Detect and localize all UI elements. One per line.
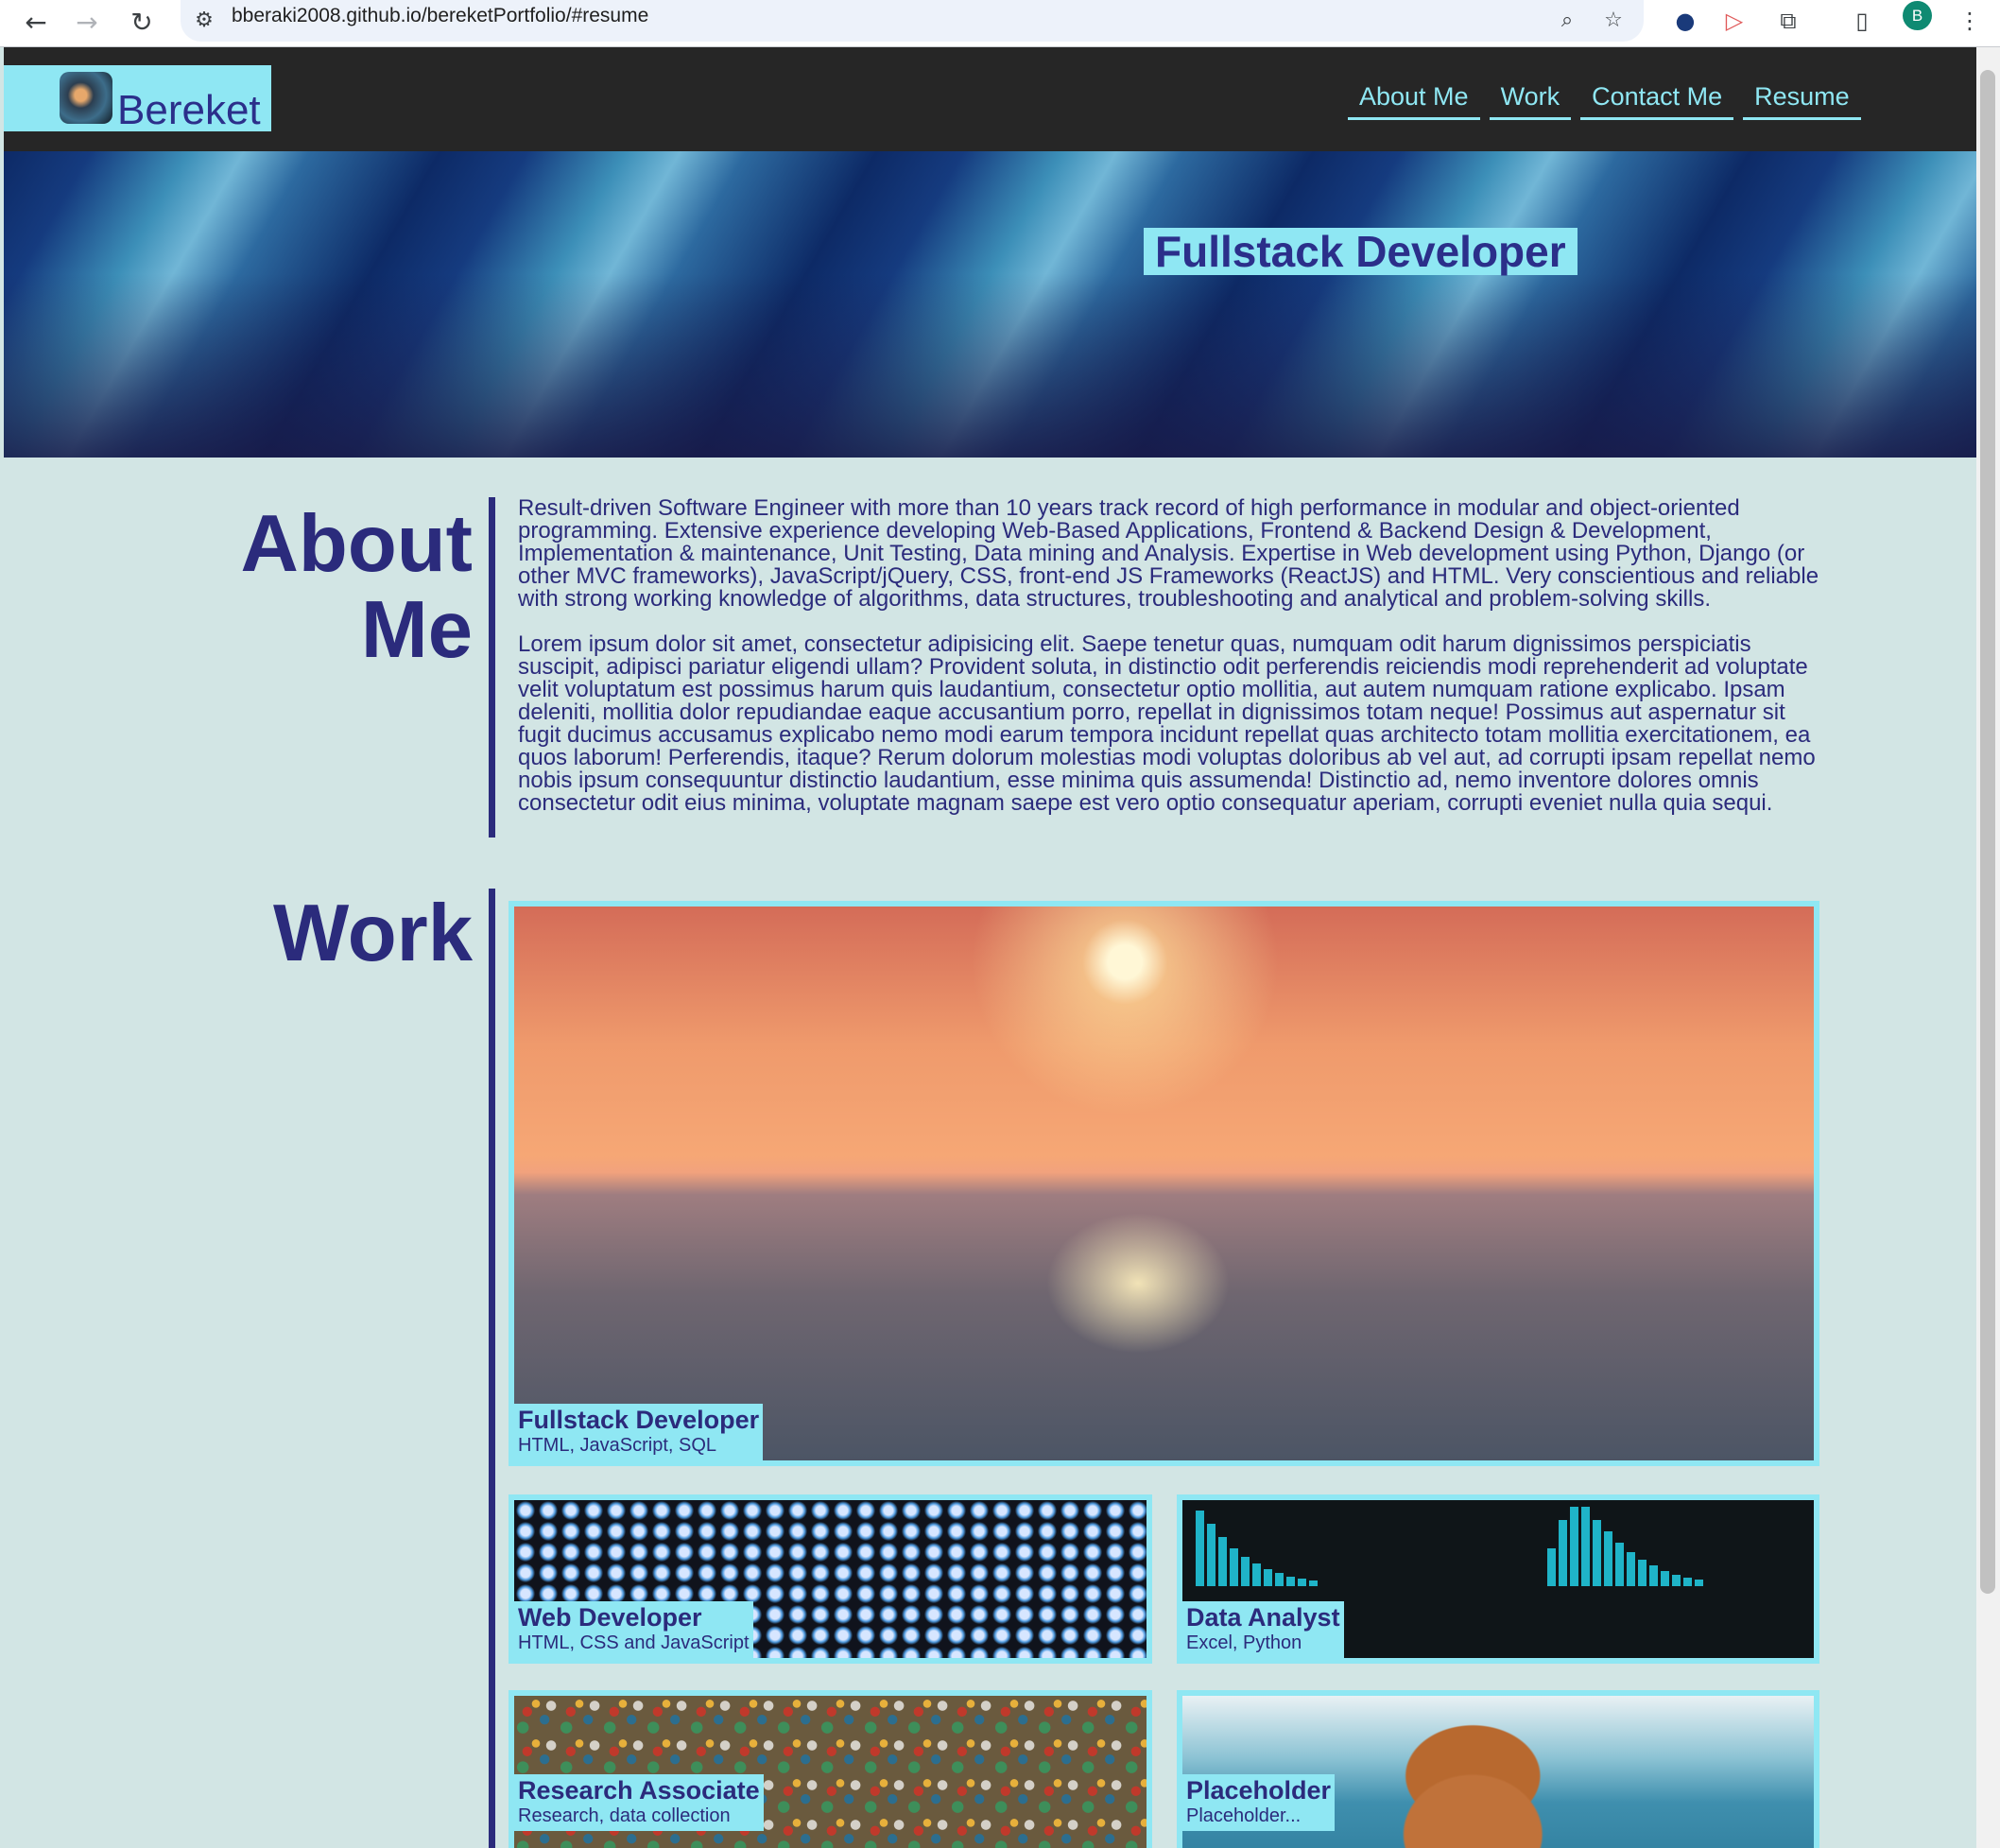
address-bar[interactable]: ⚙ bberaki2008.github.io/bereketPortfolio… <box>181 0 1644 42</box>
site-header: Bereket About Me Work Contact Me Resume <box>4 47 1976 151</box>
about-heading: About Me <box>189 501 473 673</box>
project-subtitle: Placeholder... <box>1186 1805 1302 1826</box>
nav-about-me[interactable]: About Me <box>1348 80 1480 120</box>
project-label: Fullstack Developer HTML, JavaScript, SQ… <box>514 1404 764 1460</box>
nav-resume[interactable]: Resume <box>1743 80 1861 120</box>
project-label: Web Developer HTML, CSS and JavaScript <box>514 1601 753 1658</box>
project-label: Data Analyst Excel, Python <box>1182 1601 1344 1658</box>
brand-name[interactable]: Bereket <box>117 87 261 134</box>
project-label: Research Associate Research, data collec… <box>514 1774 764 1831</box>
about-paragraph: Lorem ipsum dolor sit amet, consectetur … <box>518 631 1816 816</box>
project-title: Fullstack Developer <box>518 1406 760 1434</box>
project-title: Research Associate <box>518 1776 760 1805</box>
project-card-research-associate[interactable]: Research Associate Research, data collec… <box>509 1690 1152 1848</box>
nav-work[interactable]: Work <box>1489 80 1572 120</box>
project-title: Placeholder <box>1186 1776 1332 1805</box>
extension-play-icon[interactable]: ▷ <box>1716 2 1753 40</box>
extensions-puzzle-icon[interactable]: ⧉ <box>1769 2 1807 40</box>
site-info-icon[interactable]: ⚙ <box>186 2 222 38</box>
forward-icon[interactable]: → <box>68 3 106 41</box>
scrollbar-thumb[interactable] <box>1980 70 1995 1594</box>
about-heading-line2: Me <box>360 585 473 675</box>
about-divider <box>489 497 495 838</box>
brand[interactable]: Bereket <box>4 65 271 134</box>
reload-icon[interactable]: ↻ <box>123 3 161 41</box>
work-heading: Work <box>273 889 473 978</box>
browser-toolbar: ← → ↻ ⚙ bberaki2008.github.io/bereketPor… <box>0 0 2000 47</box>
side-panel-icon[interactable]: ▯ <box>1843 2 1881 40</box>
url-text[interactable]: bberaki2008.github.io/bereketPortfolio/#… <box>232 5 648 27</box>
project-label: Placeholder Placeholder... <box>1182 1774 1336 1831</box>
project-card-placeholder[interactable]: Placeholder Placeholder... <box>1177 1690 1819 1848</box>
about-text: Result-driven Software Engineer with mor… <box>518 497 1822 838</box>
zoom-icon[interactable]: ⌕ <box>1549 2 1585 38</box>
project-card-web-developer[interactable]: Web Developer HTML, CSS and JavaScript <box>509 1494 1152 1664</box>
work-divider <box>489 889 495 1848</box>
about-heading-line1: About <box>240 499 473 589</box>
project-card-data-analyst[interactable]: Data Analyst Excel, Python <box>1177 1494 1819 1664</box>
project-title: Web Developer <box>518 1603 702 1632</box>
extension-check-icon[interactable]: ● <box>1666 2 1704 40</box>
hero-banner: Fullstack Developer <box>4 151 1976 458</box>
project-subtitle: Excel, Python <box>1186 1632 1302 1653</box>
project-subtitle: HTML, CSS and JavaScript <box>518 1632 750 1653</box>
project-title: Data Analyst <box>1186 1603 1340 1632</box>
sunset-image <box>514 907 1814 1460</box>
menu-dots-icon[interactable]: ⋮ <box>1951 2 1989 40</box>
project-subtitle: HTML, JavaScript, SQL <box>518 1435 717 1456</box>
main-nav: About Me Work Contact Me Resume <box>1348 80 1861 120</box>
about-paragraph: Result-driven Software Engineer with mor… <box>518 495 1819 612</box>
profile-avatar[interactable]: B <box>1903 1 1932 30</box>
project-card-fullstack[interactable]: Fullstack Developer HTML, JavaScript, SQ… <box>509 901 1819 1466</box>
brand-logo <box>60 72 112 124</box>
back-icon[interactable]: ← <box>17 3 55 41</box>
project-subtitle: Research, data collection <box>518 1805 731 1826</box>
bookmark-star-icon[interactable]: ☆ <box>1595 2 1631 38</box>
nav-contact-me[interactable]: Contact Me <box>1580 80 1734 120</box>
hero-title: Fullstack Developer <box>1144 228 1578 275</box>
